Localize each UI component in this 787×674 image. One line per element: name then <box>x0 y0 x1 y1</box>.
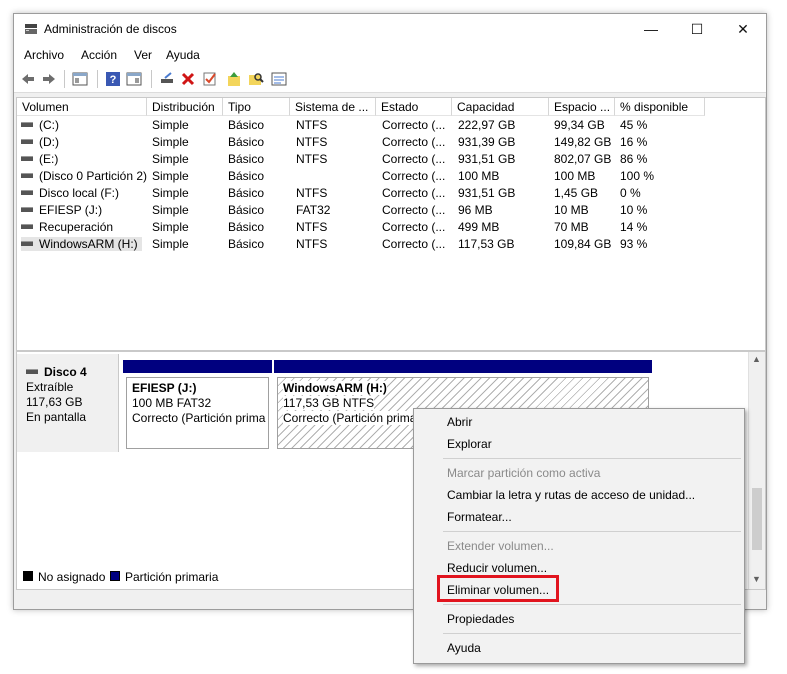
properties-icon[interactable] <box>271 71 287 87</box>
partition-label: WindowsARM (H:) <box>283 381 387 395</box>
menu-item-extender[interactable]: Extender volumen... <box>447 539 554 553</box>
partition-size: 100 MB FAT32 <box>132 396 212 410</box>
column-header-espacio[interactable]: Espacio ... <box>549 98 615 116</box>
disk-kind: Extraíble <box>26 380 74 394</box>
legend-swatch-unallocated <box>23 571 33 581</box>
column-header-tipo[interactable]: Tipo <box>223 98 290 116</box>
maximize-button[interactable]: ☐ <box>674 14 720 44</box>
primary-partition-bar <box>123 360 272 373</box>
column-header-porcentaje[interactable]: % disponible <box>615 98 705 116</box>
menu-separator <box>443 633 741 634</box>
title-bar: Administración de discos — ☐ ✕ <box>14 14 766 44</box>
partition-status: Correcto (Partición prima <box>132 411 266 425</box>
menu-item-marcar-activa[interactable]: Marcar partición como activa <box>447 466 600 480</box>
menu-archivo[interactable]: Archivo <box>24 48 64 62</box>
search-icon[interactable] <box>248 71 264 87</box>
partition-size: 117,53 GB NTFS <box>283 396 375 410</box>
toolbar-separator <box>151 70 152 88</box>
minimize-button[interactable]: — <box>628 14 674 44</box>
volume-icon <box>21 190 33 196</box>
context-menu: Abrir Explorar Marcar partición como act… <box>413 408 745 664</box>
forward-icon[interactable] <box>41 71 57 87</box>
table-row[interactable]: Recuperación Simple Básico NTFS Correcto… <box>17 219 765 236</box>
menu-accion[interactable]: Acción <box>81 48 117 62</box>
menu-ayuda[interactable]: Ayuda <box>166 48 200 62</box>
primary-partition-bar <box>274 360 652 373</box>
table-row[interactable]: (E:) Simple Básico NTFS Correcto (... 93… <box>17 151 765 168</box>
toolbar: ? <box>14 66 766 93</box>
back-icon[interactable] <box>20 71 36 87</box>
volume-icon <box>21 173 33 179</box>
menu-ver[interactable]: Ver <box>134 48 152 62</box>
column-header-estado[interactable]: Estado <box>376 98 452 116</box>
column-header-volumen[interactable]: Volumen <box>17 98 147 116</box>
disk-management-icon <box>25 24 37 34</box>
disk-icon <box>26 369 38 375</box>
menu-separator <box>443 458 741 459</box>
volume-list[interactable]: Volumen Distribución Tipo Sistema de ...… <box>16 97 766 351</box>
column-header-sistema[interactable]: Sistema de ... <box>290 98 376 116</box>
legend-primary: Partición primaria <box>125 570 219 584</box>
console-icon[interactable] <box>126 71 142 87</box>
delete-icon[interactable] <box>180 71 196 87</box>
disk-info-panel[interactable]: Disco 4 Extraíble 117,63 GB En pantalla <box>17 354 119 452</box>
scrollbar-thumb[interactable] <box>752 488 762 550</box>
partition-label: EFIESP (J:) <box>132 381 197 395</box>
column-header-capacidad[interactable]: Capacidad <box>452 98 549 116</box>
scroll-up-icon[interactable]: ▲ <box>752 354 761 364</box>
table-row[interactable]: WindowsARM (H:) Simple Básico NTFS Corre… <box>17 236 765 253</box>
highlight-box <box>437 575 559 602</box>
table-row[interactable]: (C:) Simple Básico NTFS Correcto (... 22… <box>17 117 765 134</box>
volume-icon <box>21 156 33 162</box>
table-row[interactable]: (D:) Simple Básico NTFS Correcto (... 93… <box>17 134 765 151</box>
menu-item-abrir[interactable]: Abrir <box>447 415 472 429</box>
svg-text:?: ? <box>110 74 117 86</box>
view-icon[interactable] <box>72 71 88 87</box>
menu-item-formatear[interactable]: Formatear... <box>447 510 512 524</box>
volume-icon <box>21 241 33 247</box>
disk-state: En pantalla <box>26 410 87 424</box>
menu-item-cambiar-letra[interactable]: Cambiar la letra y rutas de acceso de un… <box>447 488 695 502</box>
window-title: Administración de discos <box>44 22 177 36</box>
legend-swatch-primary <box>110 571 120 581</box>
toolbar-separator <box>97 70 98 88</box>
vertical-scrollbar[interactable]: ▲ ▼ <box>748 352 765 589</box>
toolbar-separator <box>64 70 65 88</box>
column-header-distribucion[interactable]: Distribución <box>147 98 223 116</box>
volume-icon <box>21 139 33 145</box>
partition-status: Correcto (Partición prima <box>283 411 417 425</box>
volume-icon <box>21 122 33 128</box>
help-icon[interactable]: ? <box>105 71 121 87</box>
close-button[interactable]: ✕ <box>720 14 766 44</box>
table-row[interactable]: (Disco 0 Partición 2) Simple Básico Corr… <box>17 168 765 185</box>
menu-item-explorar[interactable]: Explorar <box>447 437 492 451</box>
disk-name: Disco 4 <box>44 365 87 379</box>
volume-icon <box>21 207 33 213</box>
legend-unallocated: No asignado <box>38 570 106 584</box>
menu-separator <box>443 604 741 605</box>
check-icon[interactable] <box>202 71 218 87</box>
up-icon[interactable] <box>226 71 242 87</box>
table-row[interactable]: Disco local (F:) Simple Básico NTFS Corr… <box>17 185 765 202</box>
disk-size: 117,63 GB <box>26 395 83 409</box>
table-row[interactable]: EFIESP (J:) Simple Básico FAT32 Correcto… <box>17 202 765 219</box>
connect-icon[interactable] <box>159 71 175 87</box>
menu-item-propiedades[interactable]: Propiedades <box>447 612 514 626</box>
menu-bar: Archivo Acción Ver Ayuda <box>14 44 766 66</box>
menu-item-ayuda[interactable]: Ayuda <box>447 641 481 655</box>
volume-icon <box>21 224 33 230</box>
menu-separator <box>443 531 741 532</box>
menu-item-reducir[interactable]: Reducir volumen... <box>447 561 547 575</box>
partition-efiesp[interactable]: EFIESP (J:) 100 MB FAT32 Correcto (Parti… <box>123 360 272 452</box>
